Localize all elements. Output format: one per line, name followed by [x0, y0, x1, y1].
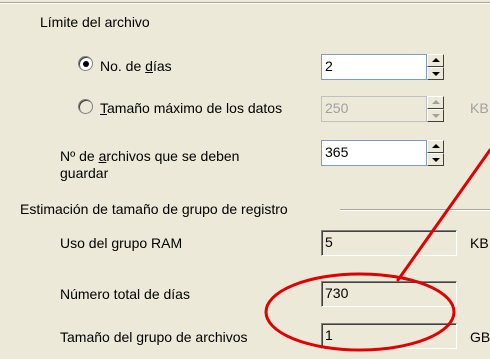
red-annotation [264, 148, 490, 352]
annotation-arrow-line [396, 148, 490, 282]
annotation-ellipse [264, 272, 456, 352]
